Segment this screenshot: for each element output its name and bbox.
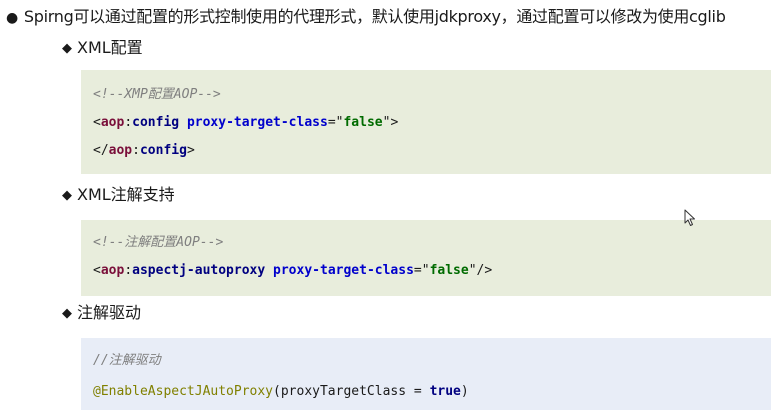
code-punct: > [390,115,399,130]
code-comment: <!--XMP配置AOP--> [93,87,221,102]
code-line-aspectj-autoproxy: <aop:aspectj-autoproxy proxy-target-clas… [93,262,492,280]
code-punct: : [124,263,133,278]
code-namespace: aop [108,143,133,158]
code-comment: //注解驱动 [93,353,161,368]
code-namespace: aop [100,115,125,130]
code-block-xml-annotation: <!--注解配置AOP--> <aop:aspectj-autoproxy pr… [81,220,771,296]
code-punct: > [186,143,195,158]
code-tag: aspectj-autoproxy [132,263,266,278]
code-punct: " [468,263,477,278]
code-punct: = [413,263,422,278]
bullet-dot-icon: ● [6,10,18,26]
code-punct: " [421,263,430,278]
code-attr: proxy-target-class [186,115,328,130]
code-block-xml-config: <!--XMP配置AOP--> <aop:config proxy-target… [81,70,771,174]
code-punct: < [93,115,101,130]
section-heading-text: 注解驱动 [77,303,142,322]
code-value: false [343,115,383,130]
code-args-close: ) [460,384,469,399]
code-namespace: aop [100,263,125,278]
code-annotation: @EnableAspectJAutoProxy [93,384,274,399]
diamond-bullet-icon: ◆ [62,41,72,56]
code-punct: </ [93,143,109,158]
section-heading-annotation-driven: ◆ 注解驱动 [62,301,141,327]
code-line-aop-config-close: </aop:config> [93,142,195,160]
mouse-pointer-icon [684,209,696,231]
code-comment: <!--注解配置AOP--> [93,235,224,250]
intro-text: Spirng可以通过配置的形式控制使用的代理形式，默认使用jdkproxy，通过… [23,7,726,26]
code-punct: = [327,115,336,130]
code-punct: /> [476,263,493,278]
code-value: false [429,263,469,278]
diamond-bullet-icon: ◆ [62,188,72,203]
section-heading-xml-annotation: ◆ XML注解支持 [62,183,175,209]
code-tag: config [132,115,180,130]
section-heading-text: XML注解支持 [77,185,175,204]
intro-bullet-line: ● Spirng可以通过配置的形式控制使用的代理形式，默认使用jdkproxy，通… [6,5,726,30]
code-args: (proxyTargetClass = [273,384,430,399]
section-heading-text: XML配置 [77,38,143,57]
code-punct: : [124,115,133,130]
code-line-aop-config-open: <aop:config proxy-target-class="false"> [93,114,398,132]
code-line-enable-aspectj: @EnableAspectJAutoProxy(proxyTargetClass… [93,383,469,401]
code-keyword: true [429,384,461,399]
code-punct: : [132,143,140,158]
diamond-bullet-icon: ◆ [62,306,72,321]
code-attr: proxy-target-class [273,263,414,278]
code-tag: config [139,143,187,158]
section-heading-xml-config: ◆ XML配置 [62,36,143,62]
code-block-annotation-driven: //注解驱动 @EnableAspectJAutoProxy(proxyTarg… [81,338,771,410]
code-punct: < [93,263,101,278]
